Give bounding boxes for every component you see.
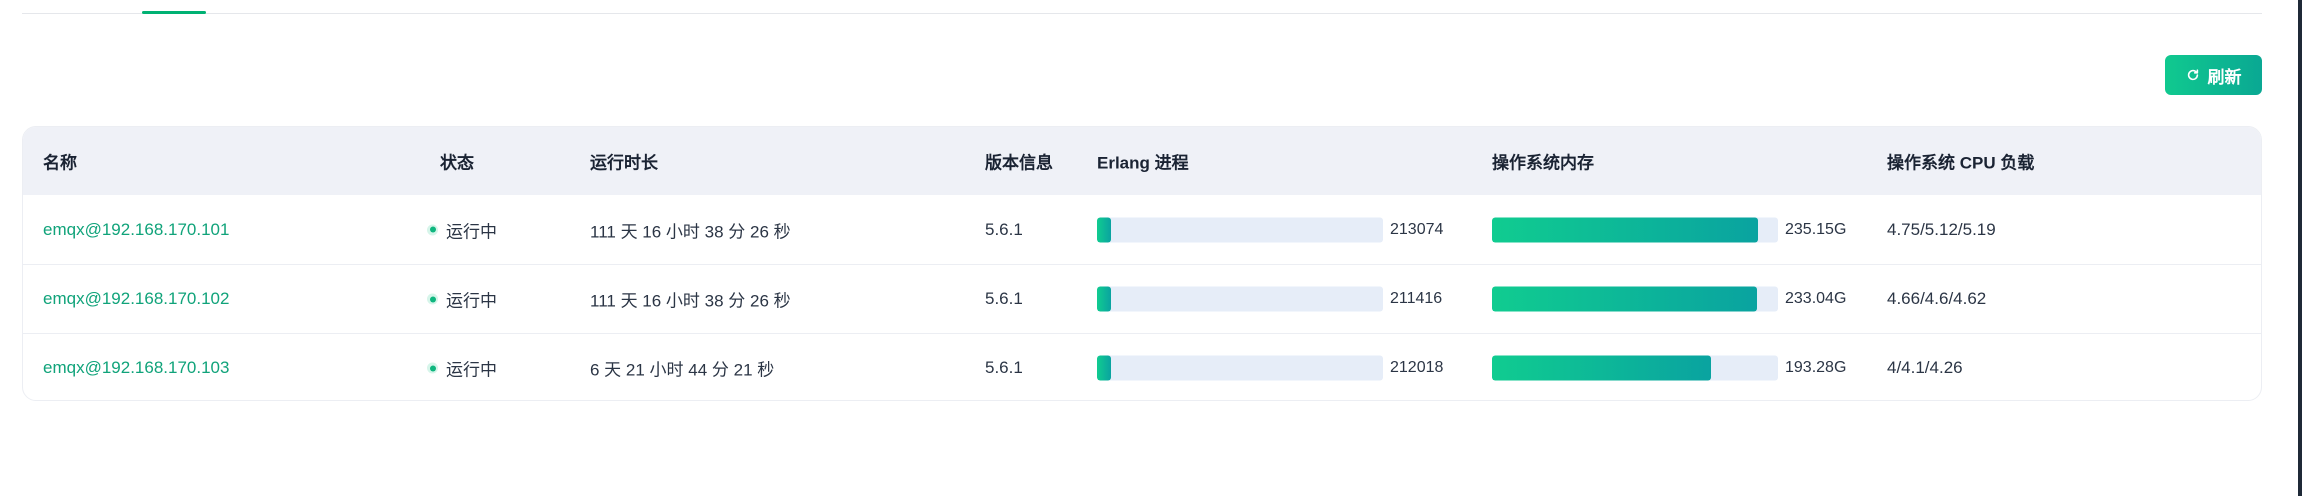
status-dot-icon xyxy=(427,224,438,235)
node-name-link[interactable]: emqx@192.168.170.102 xyxy=(43,289,229,309)
memory-bar-fill xyxy=(1492,217,1758,242)
uptime-value: 111 天 16 小时 38 分 26 秒 xyxy=(590,222,791,241)
node-name-link[interactable]: emqx@192.168.170.103 xyxy=(43,358,229,378)
header-uptime: 运行时长 xyxy=(590,153,658,173)
memory-value: 233.04G xyxy=(1785,290,1847,307)
header-cpu: 操作系统 CPU 负载 xyxy=(1887,153,2035,173)
status-badge: 运行中 xyxy=(427,217,497,242)
status-badge: 运行中 xyxy=(427,356,497,381)
refresh-button[interactable]: 刷新 xyxy=(2165,55,2262,95)
header-erlang: Erlang 进程 xyxy=(1097,153,1189,173)
erlang-bar-fill xyxy=(1097,286,1112,312)
memory-bar xyxy=(1492,217,1778,242)
tabs-divider xyxy=(22,13,2262,14)
table-row: emqx@192.168.170.102 运行中 111 天 16 小时 38 … xyxy=(23,264,2261,333)
memory-value: 193.28G xyxy=(1785,359,1847,376)
status-dot-icon xyxy=(427,293,438,305)
erlang-value: 211416 xyxy=(1390,290,1443,307)
version-value: 5.6.1 xyxy=(985,219,1023,239)
erlang-bar-fill xyxy=(1097,217,1112,242)
erlang-value: 213074 xyxy=(1390,220,1444,238)
erlang-bar xyxy=(1097,217,1383,242)
status-label: 运行中 xyxy=(446,222,497,241)
status-label: 运行中 xyxy=(446,360,497,380)
uptime-value: 111 天 16 小时 38 分 26 秒 xyxy=(590,291,791,311)
table-header: 名称 状态 运行时长 版本信息 Erlang 进程 操作系统内存 操作系统 CP… xyxy=(23,127,2261,195)
memory-bar xyxy=(1492,355,1778,381)
cpu-load-value: 4.75/5.12/5.19 xyxy=(1887,219,1996,239)
node-name-link[interactable]: emqx@192.168.170.101 xyxy=(43,220,229,240)
table-row: emqx@192.168.170.101 运行中 111 天 16 小时 38 … xyxy=(23,195,2261,264)
header-version: 版本信息 xyxy=(985,153,1053,173)
status-dot-icon xyxy=(427,362,438,374)
memory-bar-fill xyxy=(1492,355,1711,381)
header-status: 状态 xyxy=(440,153,474,173)
status-label: 运行中 xyxy=(446,291,497,311)
table-body: emqx@192.168.170.101 运行中 111 天 16 小时 38 … xyxy=(23,195,2261,400)
active-tab-indicator xyxy=(142,11,206,14)
memory-value: 235.15G xyxy=(1785,220,1847,238)
uptime-value: 6 天 21 小时 44 分 21 秒 xyxy=(590,360,775,380)
header-memory: 操作系统内存 xyxy=(1492,153,1594,173)
memory-bar-fill xyxy=(1492,286,1757,312)
cpu-load-value: 4.66/4.6/4.62 xyxy=(1887,289,1987,308)
window-scrollbar[interactable] xyxy=(2298,0,2302,496)
cpu-load-value: 4/4.1/4.26 xyxy=(1887,358,1963,377)
status-badge: 运行中 xyxy=(427,287,497,312)
table-row: emqx@192.168.170.103 运行中 6 天 21 小时 44 分 … xyxy=(23,333,2261,400)
version-value: 5.6.1 xyxy=(985,289,1023,308)
erlang-bar xyxy=(1097,355,1383,381)
refresh-icon xyxy=(2187,69,2198,81)
erlang-bar-fill xyxy=(1097,355,1112,381)
refresh-button-label: 刷新 xyxy=(2207,67,2242,87)
version-value: 5.6.1 xyxy=(985,358,1023,377)
memory-bar xyxy=(1492,286,1778,312)
erlang-bar xyxy=(1097,286,1383,312)
header-name: 名称 xyxy=(43,153,77,173)
erlang-value: 212018 xyxy=(1390,359,1444,376)
nodes-table: 名称 状态 运行时长 版本信息 Erlang 进程 操作系统内存 操作系统 CP… xyxy=(22,126,2262,401)
